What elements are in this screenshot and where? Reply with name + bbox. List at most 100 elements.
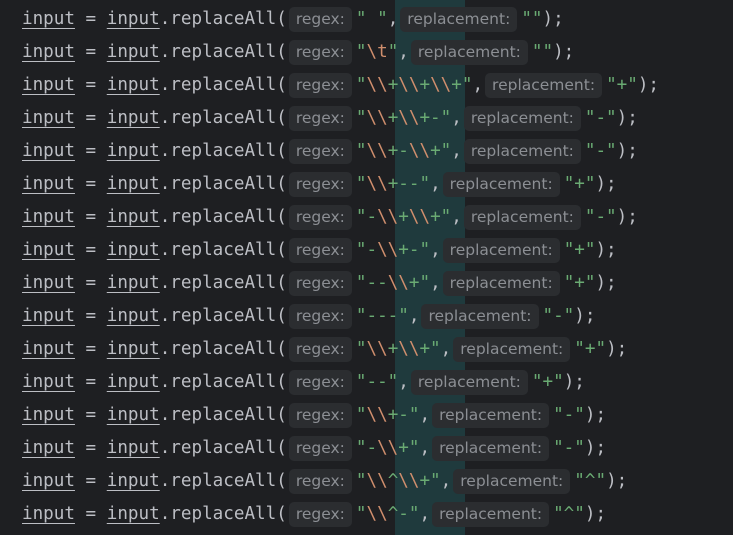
replaceall-call[interactable]: .replaceAll( (160, 69, 287, 102)
assigned-variable[interactable]: input (22, 300, 75, 333)
replaceall-call[interactable]: .replaceAll( (160, 333, 287, 366)
assigned-variable[interactable]: input (22, 267, 75, 300)
assigned-variable[interactable]: input (22, 366, 75, 399)
replaceall-call[interactable]: .replaceAll( (160, 201, 287, 234)
code-line[interactable]: input = input .replaceAll(regex: "\\+\\+\\… (22, 69, 659, 102)
regex-string-literal[interactable]: "\\^-" (356, 498, 420, 531)
code-line[interactable]: input = input .replaceAll(regex: " ", repla… (22, 3, 659, 36)
code-line[interactable]: input = input .replaceAll(regex: "--", repl… (22, 366, 659, 399)
regex-string-literal[interactable]: "\\+-" (356, 399, 420, 432)
receiver-variable[interactable]: input (107, 168, 160, 201)
regex-string-literal[interactable]: "--" (356, 366, 398, 399)
replacement-string-literal[interactable]: "-" (585, 201, 617, 234)
regex-string-literal[interactable]: "\\+--" (356, 168, 430, 201)
code-line[interactable]: input = input .replaceAll(regex: "-\\+-", r… (22, 234, 659, 267)
replaceall-call[interactable]: .replaceAll( (160, 102, 287, 135)
regex-string-literal[interactable]: "-\\+-" (356, 234, 430, 267)
replaceall-call[interactable]: .replaceAll( (160, 135, 287, 168)
replacement-string-literal[interactable]: "-" (585, 102, 617, 135)
replacement-string-literal[interactable]: "" (532, 36, 553, 69)
regex-string-literal[interactable]: "\\^\\+" (356, 465, 441, 498)
code-line[interactable]: input = input .replaceAll(regex: "-\\+", re… (22, 432, 659, 465)
replacement-string-literal[interactable]: "" (521, 3, 542, 36)
code-line[interactable]: input = input .replaceAll(regex: "\\+-\\+"… (22, 135, 659, 168)
assigned-variable[interactable]: input (22, 333, 75, 366)
code-line[interactable]: input = input .replaceAll(regex: "\\^-", re… (22, 498, 659, 531)
assigned-variable[interactable]: input (22, 465, 75, 498)
replaceall-call[interactable]: .replaceAll( (160, 366, 287, 399)
replaceall-call[interactable]: .replaceAll( (160, 300, 287, 333)
replaceall-call[interactable]: .replaceAll( (160, 234, 287, 267)
replacement-string-literal[interactable]: "^" (553, 498, 585, 531)
code-line[interactable]: input = input .replaceAll(regex: "---", rep… (22, 300, 659, 333)
regex-string-literal[interactable]: "\\+\\+\\+" (356, 69, 473, 102)
receiver-variable[interactable]: input (107, 333, 160, 366)
code-line[interactable]: input = input .replaceAll(regex: "--\\+", r… (22, 267, 659, 300)
replacement-string-literal[interactable]: "-" (553, 432, 585, 465)
replaceall-call[interactable]: .replaceAll( (160, 432, 287, 465)
receiver-variable[interactable]: input (107, 69, 160, 102)
receiver-variable[interactable]: input (107, 201, 160, 234)
regex-string-literal[interactable]: "\t" (356, 36, 398, 69)
receiver-variable[interactable]: input (107, 399, 160, 432)
regex-parameter-hint: regex: (288, 106, 352, 131)
receiver-variable[interactable]: input (107, 36, 160, 69)
replacement-string-literal[interactable]: "-" (585, 135, 617, 168)
replacement-string-literal[interactable]: "^" (574, 465, 606, 498)
regex-string-literal[interactable]: "\\+\\+" (356, 333, 441, 366)
receiver-variable[interactable]: input (107, 267, 160, 300)
replacement-string-literal[interactable]: "+" (564, 168, 596, 201)
assigned-variable[interactable]: input (22, 201, 75, 234)
regex-string-literal[interactable]: "-\\+\\+" (356, 201, 451, 234)
replaceall-call[interactable]: .replaceAll( (160, 399, 287, 432)
replaceall-call[interactable]: .replaceAll( (160, 267, 287, 300)
replacement-string-literal[interactable]: "-" (553, 399, 585, 432)
replaceall-call[interactable]: .replaceAll( (160, 498, 287, 531)
assigned-variable[interactable]: input (22, 69, 75, 102)
code-line[interactable]: input = input .replaceAll(regex: "\t", repl… (22, 36, 659, 69)
regex-string-literal[interactable]: "\\+-\\+" (356, 135, 451, 168)
replaceall-call[interactable]: .replaceAll( (160, 3, 287, 36)
assigned-variable[interactable]: input (22, 3, 75, 36)
assigned-variable[interactable]: input (22, 168, 75, 201)
regex-string-literal[interactable]: "-\\+" (356, 432, 420, 465)
code-editor[interactable]: input = input .replaceAll(regex: " ", repla… (0, 0, 733, 535)
replacement-string-literal[interactable]: "-" (543, 300, 575, 333)
code-line[interactable]: input = input .replaceAll(regex: "-\\+\\+"… (22, 201, 659, 234)
replacement-string-literal[interactable]: "+" (564, 234, 596, 267)
code-line[interactable]: input = input .replaceAll(regex: "\\+-", re… (22, 399, 659, 432)
receiver-variable[interactable]: input (107, 465, 160, 498)
code-line[interactable]: input = input .replaceAll(regex: "\\+--", r… (22, 168, 659, 201)
regex-parameter-hint: regex: (288, 7, 352, 32)
receiver-variable[interactable]: input (107, 366, 160, 399)
receiver-variable[interactable]: input (107, 3, 160, 36)
receiver-variable[interactable]: input (107, 234, 160, 267)
regex-string-literal[interactable]: " " (356, 3, 388, 36)
receiver-variable[interactable]: input (107, 432, 160, 465)
assigned-variable[interactable]: input (22, 399, 75, 432)
assigned-variable[interactable]: input (22, 36, 75, 69)
code-line[interactable]: input = input .replaceAll(regex: "\\^\\+",… (22, 465, 659, 498)
assigned-variable[interactable]: input (22, 498, 75, 531)
receiver-variable[interactable]: input (107, 135, 160, 168)
regex-string-literal[interactable]: "\\+\\+-" (356, 102, 451, 135)
regex-string-literal[interactable]: "--\\+" (356, 267, 430, 300)
statement-end: ); (595, 240, 617, 260)
code-line[interactable]: input = input .replaceAll(regex: "\\+\\+",… (22, 333, 659, 366)
replacement-string-literal[interactable]: "+" (564, 267, 596, 300)
assigned-variable[interactable]: input (22, 135, 75, 168)
code-line[interactable]: input = input .replaceAll(regex: "\\+\\+-"… (22, 102, 659, 135)
assigned-variable[interactable]: input (22, 102, 75, 135)
replaceall-call[interactable]: .replaceAll( (160, 36, 287, 69)
replacement-string-literal[interactable]: "+" (532, 366, 564, 399)
regex-string-literal[interactable]: "---" (356, 300, 409, 333)
replacement-string-literal[interactable]: "+" (574, 333, 606, 366)
replaceall-call[interactable]: .replaceAll( (160, 465, 287, 498)
assigned-variable[interactable]: input (22, 234, 75, 267)
receiver-variable[interactable]: input (107, 102, 160, 135)
receiver-variable[interactable]: input (107, 498, 160, 531)
replaceall-call[interactable]: .replaceAll( (160, 168, 287, 201)
receiver-variable[interactable]: input (107, 300, 160, 333)
replacement-string-literal[interactable]: "+" (606, 69, 638, 102)
assigned-variable[interactable]: input (22, 432, 75, 465)
